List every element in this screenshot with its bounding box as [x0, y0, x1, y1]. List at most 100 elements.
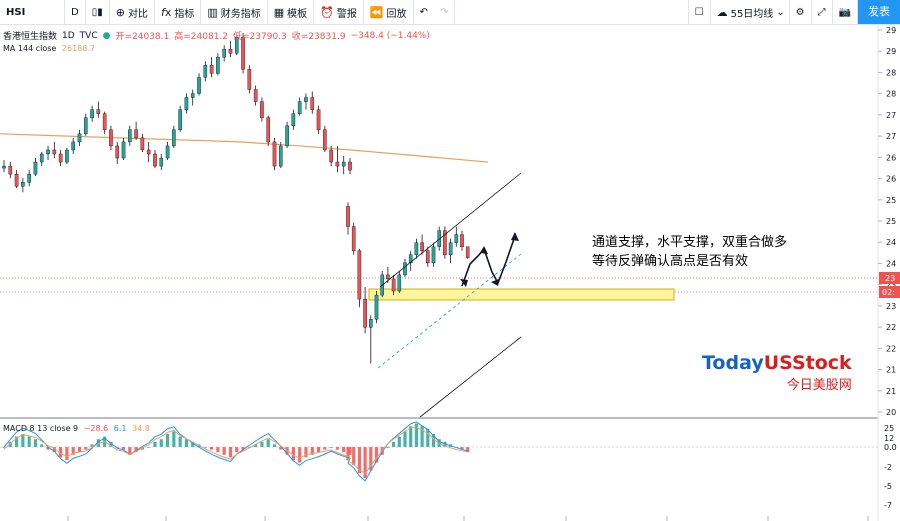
macd-histogram-bar	[159, 439, 163, 447]
macd-histogram-bar	[178, 436, 182, 447]
candle-body	[109, 129, 113, 147]
candle-body	[8, 165, 13, 175]
candle-body	[346, 206, 350, 227]
candle	[374, 291, 379, 324]
candle-body	[197, 77, 201, 94]
legend-high: 高=24081.2	[174, 32, 229, 42]
candle	[335, 145, 340, 173]
candle-body	[420, 242, 424, 251]
price-axis-label: 25	[886, 217, 896, 226]
candle	[285, 121, 289, 148]
legend-close: 收=23831.9	[291, 32, 346, 42]
candle	[71, 137, 75, 154]
candle-body	[146, 149, 151, 155]
macd-histogram-bar	[77, 447, 82, 453]
legend-change: −348.4 (−1.44%)	[350, 30, 430, 41]
macd-histogram-bar	[260, 441, 264, 447]
macd-histogram-bar	[172, 431, 176, 447]
macd-histogram-bar	[403, 431, 407, 447]
candle	[39, 151, 44, 167]
candle	[272, 137, 277, 171]
candle-body	[279, 145, 283, 167]
macd-label: MACD 8 13 close 9	[3, 424, 79, 433]
candle-body	[253, 89, 258, 102]
candle	[190, 89, 195, 106]
candle-body	[386, 274, 390, 280]
candle-body	[310, 97, 315, 110]
candle-body	[172, 129, 176, 147]
candle-body	[140, 137, 145, 151]
candle	[128, 125, 132, 146]
macd-histogram-bar	[342, 447, 346, 453]
macd-histogram-bar	[409, 426, 413, 447]
support-zone-rect	[368, 288, 675, 301]
candle	[65, 147, 69, 165]
macd-axis-label: 0.0	[884, 443, 897, 452]
candle	[184, 93, 189, 114]
candle	[297, 97, 302, 116]
ma-label: MA 144 close	[3, 44, 57, 53]
candle	[102, 111, 107, 134]
candle-body	[431, 246, 436, 264]
candle	[203, 61, 208, 82]
candle	[2, 160, 6, 173]
price-axis-label: 28	[886, 90, 896, 99]
arrow-head-mid	[480, 246, 488, 254]
candle-body	[448, 242, 453, 255]
projection-path	[461, 235, 516, 287]
candle-body	[465, 246, 470, 258]
candle-body	[83, 117, 88, 135]
candle	[27, 170, 31, 187]
candle-body	[96, 109, 101, 114]
eye-icon[interactable]: ●	[103, 31, 111, 41]
candle-body	[272, 141, 277, 167]
brand-watermark: TodayUSStock 今日美股网	[702, 352, 852, 393]
candle	[363, 287, 367, 334]
legend-low: 低=23790.3	[233, 32, 287, 42]
candle-body	[203, 65, 208, 78]
macd-histogram-bar	[228, 447, 233, 458]
candle	[90, 105, 94, 122]
candle	[153, 149, 157, 169]
candle	[247, 65, 252, 94]
candle	[357, 248, 362, 308]
candle	[109, 125, 113, 150]
price-axis-label: 22	[886, 344, 896, 353]
candle-body	[178, 109, 182, 131]
candle	[134, 121, 138, 140]
candle-body	[39, 153, 44, 163]
candle-body	[291, 113, 296, 126]
candle-body	[247, 69, 252, 90]
candle	[197, 73, 201, 96]
candle-body	[228, 48, 233, 54]
price-axis-label: 26	[886, 153, 896, 162]
candle-body	[316, 109, 321, 131]
candle-body	[153, 153, 157, 167]
candle-body	[285, 125, 289, 147]
candle	[222, 45, 226, 62]
candle	[346, 202, 350, 235]
candle-body	[351, 226, 356, 251]
macd-histogram-bar	[291, 447, 295, 460]
macd-axis-label: -2	[884, 463, 892, 472]
candle	[146, 141, 151, 163]
candle-body	[2, 165, 6, 169]
candle-body	[46, 149, 50, 155]
macd-histogram-bar	[222, 447, 226, 455]
candle-body	[128, 129, 132, 143]
candle-body	[266, 117, 271, 143]
candle	[52, 141, 57, 159]
price-axis-label: 24	[886, 259, 896, 268]
candle	[454, 226, 459, 247]
candle	[443, 226, 447, 259]
macd-axis-label: 25	[884, 424, 894, 433]
arrow-head-down	[491, 279, 499, 286]
candle	[21, 178, 25, 193]
candle-body	[454, 234, 459, 243]
price-axis-label: 29	[886, 47, 896, 56]
candle	[178, 105, 182, 132]
candle	[414, 238, 419, 259]
arrow-head-up	[511, 232, 519, 241]
candle	[172, 125, 176, 148]
last-price-label: 23	[885, 274, 895, 283]
